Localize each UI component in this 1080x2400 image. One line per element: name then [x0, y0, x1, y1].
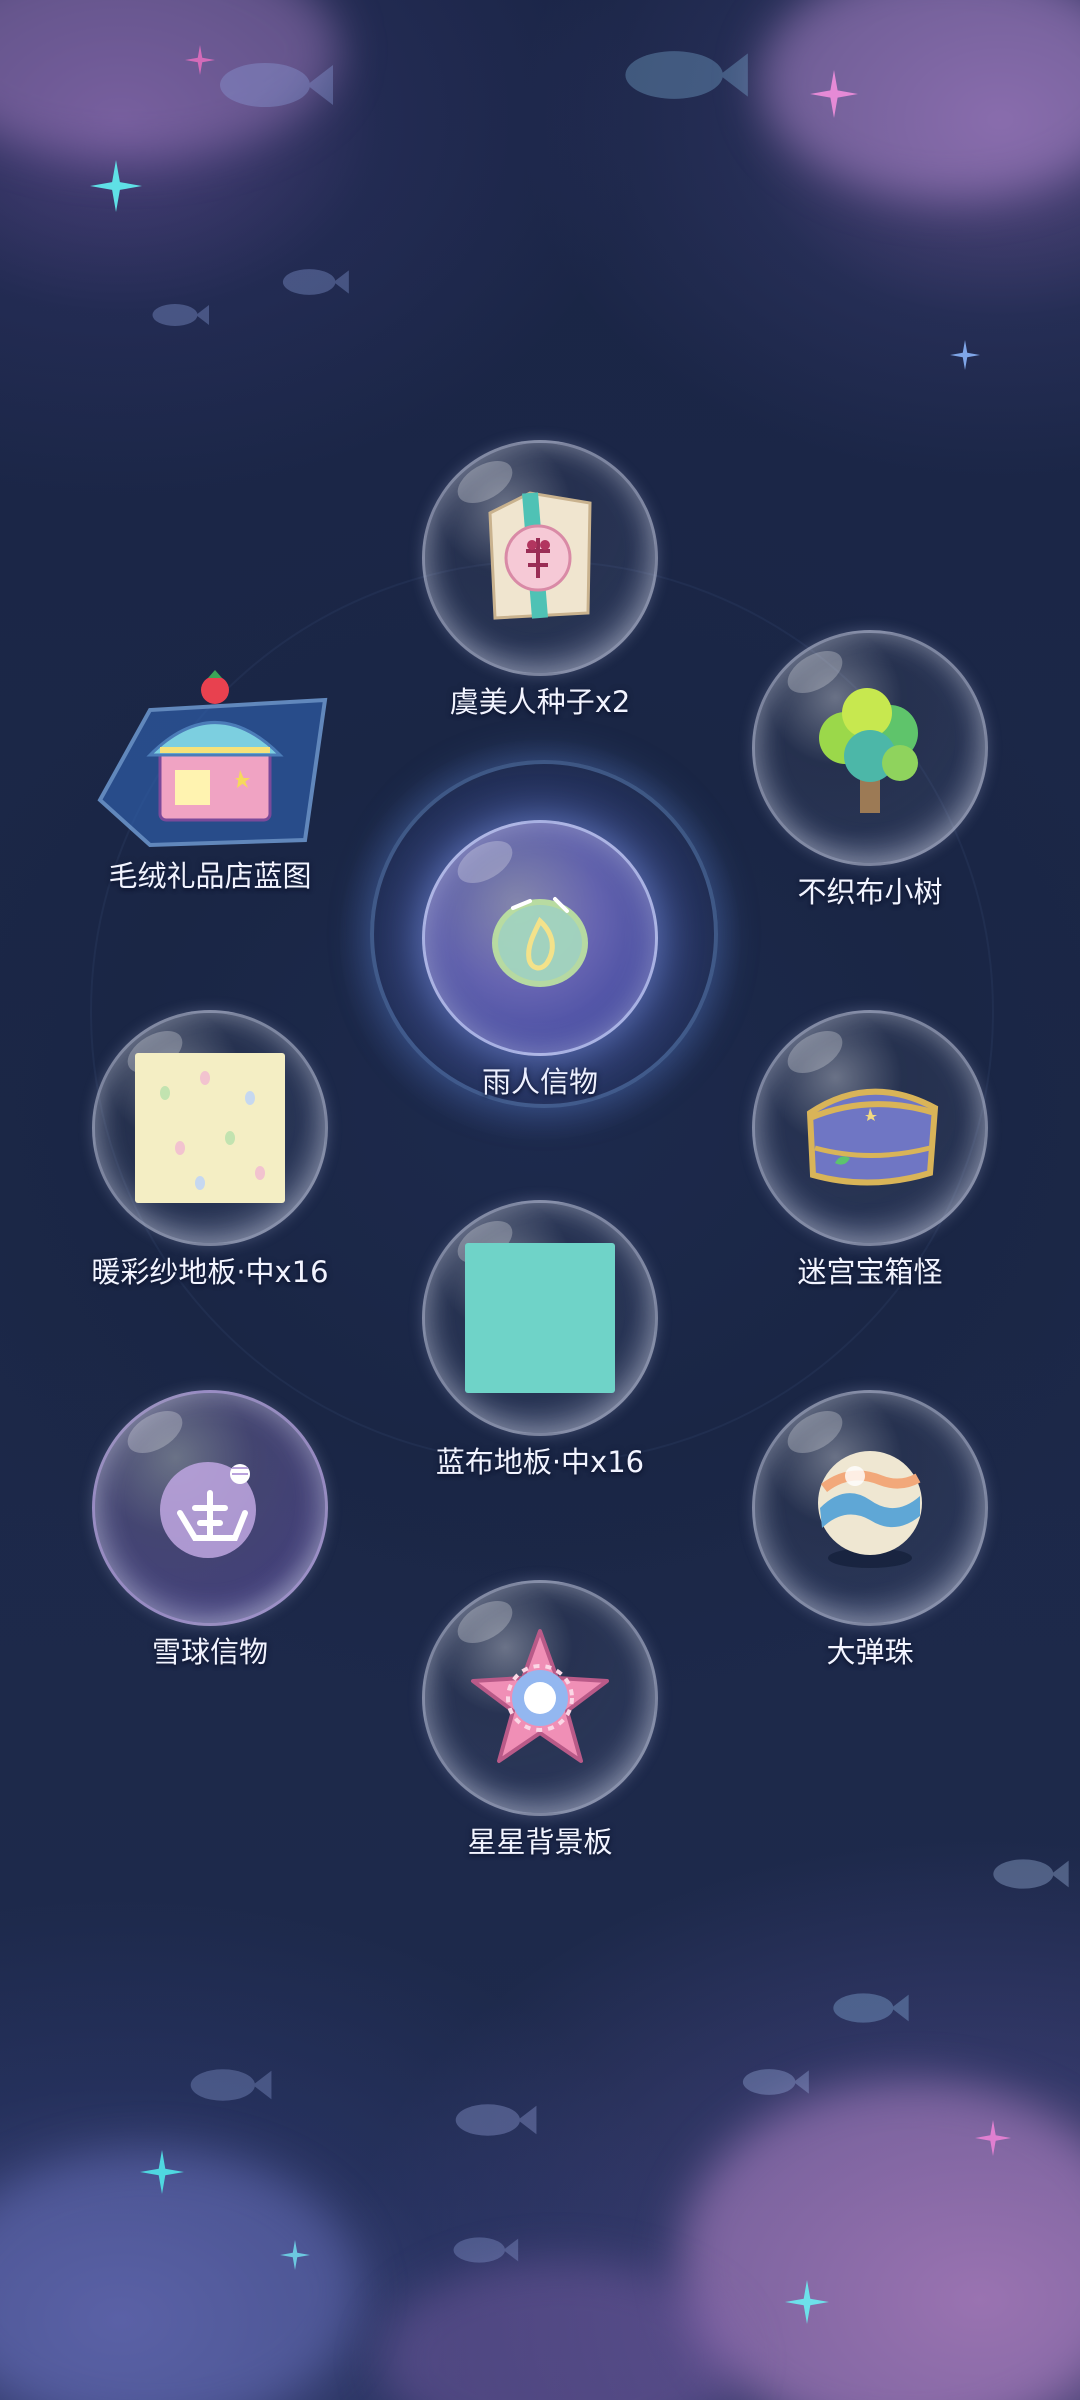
reward-item-snowball-token[interactable]: 雪球信物	[90, 1390, 330, 1672]
reward-item-blue-floor[interactable]: 蓝布地板·中x16	[420, 1200, 660, 1482]
fish-icon	[740, 2060, 810, 2104]
reward-item-shop-blueprint[interactable]: 毛绒礼品店蓝图	[90, 650, 330, 896]
reward-bubble	[422, 1580, 658, 1816]
reward-bubble	[92, 1390, 328, 1626]
reward-bubble	[422, 820, 658, 1056]
seed-packet-icon	[488, 491, 592, 620]
reward-bubble	[752, 630, 988, 866]
blue-floor-tile-icon	[465, 1243, 615, 1393]
fish-icon	[990, 1850, 1070, 1898]
fish-icon	[180, 2060, 280, 2110]
star-backdrop-icon	[471, 1629, 609, 1763]
reward-bubble	[422, 440, 658, 676]
reward-item-felt-tree[interactable]: 不织布小树	[750, 630, 990, 912]
sparkle-icon	[140, 2150, 184, 2194]
shop-blueprint-icon	[97, 670, 328, 848]
sparkle-icon	[785, 2280, 829, 2324]
reward-item-warm-floor[interactable]: 暖彩纱地板·中x16	[90, 1010, 330, 1292]
reward-label: 虞美人种子x2	[449, 685, 631, 719]
reward-showcase-screen: 虞美人种子x2 毛绒礼品店蓝图 不织布小树 雨人信物 暖彩纱地板·中x16 迷宫…	[0, 0, 1080, 2400]
reward-bubble	[92, 1010, 328, 1246]
reward-plate	[90, 650, 330, 850]
reward-item-seed-packet[interactable]: 虞美人种子x2	[420, 440, 660, 722]
reward-label: 迷宫宝箱怪	[797, 1255, 943, 1289]
sparkle-icon	[185, 45, 215, 75]
reward-label: 不织布小树	[797, 875, 943, 909]
reward-item-rain-token[interactable]: 雨人信物	[420, 820, 660, 1102]
fish-icon	[280, 260, 350, 304]
fish-icon	[450, 2230, 520, 2270]
rain-token-icon	[492, 897, 588, 987]
felt-tree-icon	[819, 688, 918, 813]
reward-label: 星星背景板	[467, 1825, 613, 1859]
bottom-right-cloud	[680, 2080, 1080, 2400]
reward-label: 蓝布地板·中x16	[435, 1445, 645, 1479]
sparkle-icon	[950, 340, 980, 370]
top-right-cloud	[760, 0, 1080, 200]
sparkle-icon	[975, 2120, 1011, 2156]
reward-label: 毛绒礼品店蓝图	[108, 859, 312, 893]
reward-bubble	[752, 1390, 988, 1626]
sparkle-icon	[280, 2240, 310, 2270]
reward-label: 大弹珠	[826, 1635, 914, 1669]
fish-icon	[450, 2095, 540, 2145]
snowball-token-icon	[160, 1462, 256, 1558]
fish-icon	[830, 1980, 910, 2036]
marble-icon	[818, 1451, 922, 1568]
fish-icon	[620, 30, 750, 120]
fish-icon	[150, 295, 210, 335]
reward-item-big-marble[interactable]: 大弹珠	[750, 1390, 990, 1672]
reward-item-star-backdrop[interactable]: 星星背景板	[420, 1580, 660, 1862]
reward-bubble	[752, 1010, 988, 1246]
sparkle-icon	[90, 160, 142, 212]
reward-bubble	[422, 1200, 658, 1436]
reward-label: 雨人信物	[481, 1065, 598, 1099]
fish-icon	[215, 50, 335, 120]
reward-label: 暖彩纱地板·中x16	[91, 1255, 329, 1289]
reward-item-maze-chest[interactable]: 迷宫宝箱怪	[750, 1010, 990, 1292]
reward-label: 雪球信物	[151, 1635, 268, 1669]
treasure-chest-icon	[806, 1088, 939, 1186]
sparkle-icon	[810, 70, 858, 118]
warm-floor-tile-icon	[135, 1053, 285, 1203]
